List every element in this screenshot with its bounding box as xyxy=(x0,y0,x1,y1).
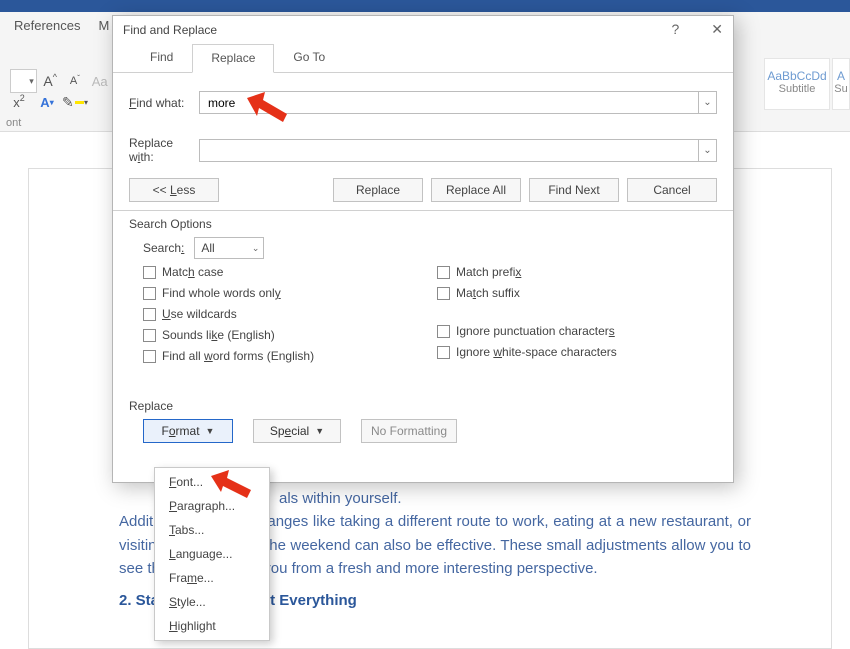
special-button[interactable]: Special▼ xyxy=(253,419,341,443)
highlight-button[interactable]: ✎▾ xyxy=(62,90,88,114)
opt-word-forms[interactable]: Find all word forms (English) xyxy=(143,349,423,363)
tab-replace[interactable]: Replace xyxy=(192,44,274,73)
opt-wildcards[interactable]: Use wildcards xyxy=(143,307,423,321)
dialog-title: Find and Replace xyxy=(123,23,217,37)
replace-button[interactable]: Replace xyxy=(333,178,423,202)
app-title-bar xyxy=(0,0,850,12)
opt-match-case[interactable]: Match case xyxy=(143,265,423,279)
opt-match-suffix[interactable]: Match suffix xyxy=(437,286,717,300)
change-case-button[interactable]: Aa xyxy=(88,69,111,93)
format-menu-frame[interactable]: Frame... xyxy=(155,566,269,590)
opt-whole-words[interactable]: Find whole words only xyxy=(143,286,423,300)
replace-with-combo[interactable]: ⌄ xyxy=(199,139,717,162)
opt-match-prefix[interactable]: Match prefix xyxy=(437,265,717,279)
search-direction-label: Search: xyxy=(143,241,184,255)
superscript-button[interactable]: x2 xyxy=(6,90,32,114)
close-button[interactable]: ✕ xyxy=(711,21,723,38)
format-menu-language[interactable]: Language... xyxy=(155,542,269,566)
find-what-dropdown[interactable]: ⌄ xyxy=(698,92,716,113)
ribbon-tab-references[interactable]: References xyxy=(14,18,80,33)
dialog-tabs: Find Replace Go To xyxy=(113,43,733,73)
format-menu-tabs[interactable]: Tabs... xyxy=(155,518,269,542)
help-button[interactable]: ? xyxy=(671,21,679,38)
no-formatting-button[interactable]: No Formatting xyxy=(361,419,457,443)
opt-ignore-white[interactable]: Ignore white-space characters xyxy=(437,345,717,359)
tab-goto[interactable]: Go To xyxy=(274,43,344,72)
search-direction-combo[interactable]: All⌄ xyxy=(194,237,264,259)
text-effects-button[interactable]: A▾ xyxy=(34,90,60,114)
opt-sounds-like[interactable]: Sounds like (English) xyxy=(143,328,423,342)
find-next-button[interactable]: Find Next xyxy=(529,178,619,202)
ribbon-tab-mailings[interactable]: M xyxy=(98,18,109,33)
ribbon-group-font-label: ont xyxy=(6,117,21,129)
style-subtle[interactable]: A Su xyxy=(832,58,850,110)
opt-ignore-punct[interactable]: Ignore punctuation characters xyxy=(437,324,717,338)
search-options-label: Search Options xyxy=(129,217,717,231)
format-menu-highlight[interactable]: Highlight xyxy=(155,614,269,638)
styles-gallery[interactable]: AaBbCcDd Subtitle A Su xyxy=(764,58,850,110)
annotation-arrow-font xyxy=(211,470,251,500)
cancel-button[interactable]: Cancel xyxy=(627,178,717,202)
format-button[interactable]: Format▼ xyxy=(143,419,233,443)
replace-with-label: Replace with: xyxy=(129,136,199,164)
replace-all-button[interactable]: Replace All xyxy=(431,178,521,202)
replace-section-label: Replace xyxy=(129,399,717,413)
style-subtitle[interactable]: AaBbCcDd Subtitle xyxy=(764,58,830,110)
less-button[interactable]: << Less xyxy=(129,178,219,202)
replace-with-input[interactable] xyxy=(200,143,698,157)
annotation-arrow-find xyxy=(247,92,287,126)
format-menu-style[interactable]: Style... xyxy=(155,590,269,614)
find-what-label: Find what: xyxy=(129,96,199,110)
find-replace-dialog: Find and Replace ? ✕ Find Replace Go To … xyxy=(112,15,734,483)
replace-with-dropdown[interactable]: ⌄ xyxy=(698,140,716,161)
tab-find[interactable]: Find xyxy=(131,43,192,72)
